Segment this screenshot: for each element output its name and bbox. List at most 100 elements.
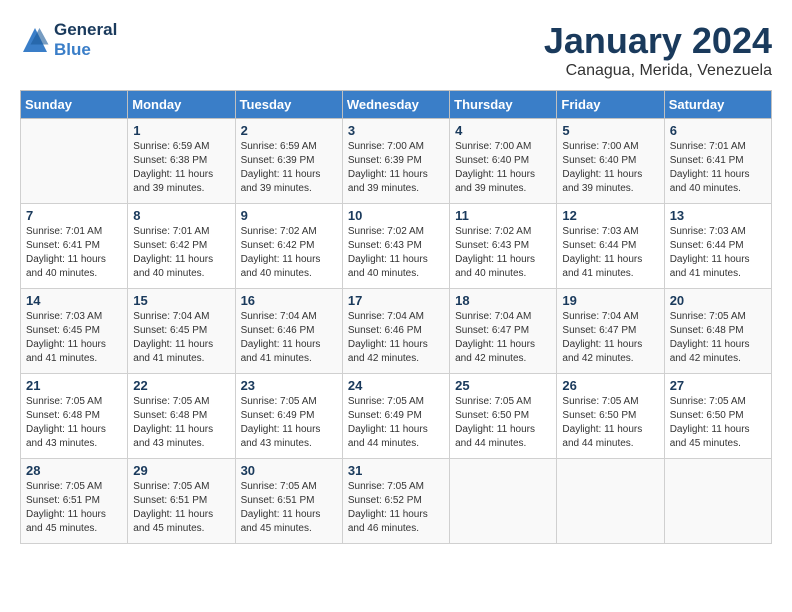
day-number: 5 [562,123,658,138]
weekday-header-tuesday: Tuesday [235,91,342,119]
day-number: 27 [670,378,766,393]
day-info: Sunrise: 7:04 AMSunset: 6:47 PMDaylight:… [562,310,658,366]
day-number: 15 [133,293,229,308]
day-info: Sunrise: 7:04 AMSunset: 6:46 PMDaylight:… [241,310,337,366]
day-number: 20 [670,293,766,308]
day-info: Sunrise: 7:05 AMSunset: 6:50 PMDaylight:… [455,395,551,451]
calendar-cell: 19 Sunrise: 7:04 AMSunset: 6:47 PMDayligh… [557,289,664,374]
day-number: 1 [133,123,229,138]
calendar-week-row: 7Sunrise: 7:01 AMSunset: 6:41 PMDaylight… [21,204,772,289]
day-info: Sunrise: 7:03 AMSunset: 6:45 PMDaylight:… [26,310,122,366]
weekday-header-row: SundayMondayTuesdayWednesdayThursdayFrid… [21,91,772,119]
calendar-cell: 16 Sunrise: 7:04 AMSunset: 6:46 PMDayligh… [235,289,342,374]
logo: General Blue [20,20,117,60]
day-info: Sunrise: 7:00 AMSunset: 6:40 PMDaylight:… [562,140,658,196]
calendar-cell: 8 Sunrise: 7:01 AMSunset: 6:42 PMDaylight… [128,204,235,289]
calendar-cell: 1Sunrise: 6:59 AMSunset: 6:38 PMDaylight… [128,119,235,204]
calendar-cell: 7Sunrise: 7:01 AMSunset: 6:41 PMDaylight… [21,204,128,289]
day-number: 17 [348,293,444,308]
calendar-cell: 4 Sunrise: 7:00 AMSunset: 6:40 PMDaylight… [450,119,557,204]
day-number: 18 [455,293,551,308]
calendar-cell [557,459,664,544]
weekday-header-thursday: Thursday [450,91,557,119]
calendar-cell: 22 Sunrise: 7:05 AMSunset: 6:48 PMDayligh… [128,374,235,459]
calendar-cell: 6 Sunrise: 7:01 AMSunset: 6:41 PMDaylight… [664,119,771,204]
calendar-cell: 11 Sunrise: 7:02 AMSunset: 6:43 PMDayligh… [450,204,557,289]
day-number: 8 [133,208,229,223]
day-info: Sunrise: 7:02 AMSunset: 6:43 PMDaylight:… [455,225,551,281]
day-info: Sunrise: 7:05 AMSunset: 6:51 PMDaylight:… [241,480,337,536]
day-info: Sunrise: 7:05 AMSunset: 6:49 PMDaylight:… [348,395,444,451]
calendar-cell: 14 Sunrise: 7:03 AMSunset: 6:45 PMDayligh… [21,289,128,374]
weekday-header-monday: Monday [128,91,235,119]
day-info: Sunrise: 7:02 AMSunset: 6:42 PMDaylight:… [241,225,337,281]
calendar-cell: 2 Sunrise: 6:59 AMSunset: 6:39 PMDaylight… [235,119,342,204]
calendar-cell: 20 Sunrise: 7:05 AMSunset: 6:48 PMDayligh… [664,289,771,374]
day-info: Sunrise: 7:00 AMSunset: 6:40 PMDaylight:… [455,140,551,196]
calendar-cell: 29Sunrise: 7:05 AMSunset: 6:51 PMDayligh… [128,459,235,544]
day-number: 2 [241,123,337,138]
calendar-week-row: 1Sunrise: 6:59 AMSunset: 6:38 PMDaylight… [21,119,772,204]
day-info: Sunrise: 7:05 AMSunset: 6:48 PMDaylight:… [26,395,122,451]
calendar-cell: 31Sunrise: 7:05 AMSunset: 6:52 PMDayligh… [342,459,449,544]
calendar-cell: 9 Sunrise: 7:02 AMSunset: 6:42 PMDaylight… [235,204,342,289]
calendar-cell: 17 Sunrise: 7:04 AMSunset: 6:46 PMDayligh… [342,289,449,374]
day-number: 26 [562,378,658,393]
weekday-header-friday: Friday [557,91,664,119]
day-info: Sunrise: 7:05 AMSunset: 6:48 PMDaylight:… [670,310,766,366]
day-info: Sunrise: 7:05 AMSunset: 6:49 PMDaylight:… [241,395,337,451]
calendar-subtitle: Canagua, Merida, Venezuela [544,62,772,80]
day-info: Sunrise: 7:05 AMSunset: 6:48 PMDaylight:… [133,395,229,451]
day-number: 4 [455,123,551,138]
calendar-cell: 27 Sunrise: 7:05 AMSunset: 6:50 PMDayligh… [664,374,771,459]
day-number: 11 [455,208,551,223]
day-number: 22 [133,378,229,393]
calendar-cell [21,119,128,204]
title-area: January 2024 Canagua, Merida, Venezuela [544,20,772,80]
calendar-cell: 10 Sunrise: 7:02 AMSunset: 6:43 PMDayligh… [342,204,449,289]
calendar-cell: 30Sunrise: 7:05 AMSunset: 6:51 PMDayligh… [235,459,342,544]
day-info: Sunrise: 7:01 AMSunset: 6:41 PMDaylight:… [26,225,122,281]
calendar-week-row: 14 Sunrise: 7:03 AMSunset: 6:45 PMDayligh… [21,289,772,374]
day-number: 16 [241,293,337,308]
day-info: Sunrise: 7:04 AMSunset: 6:45 PMDaylight:… [133,310,229,366]
day-number: 25 [455,378,551,393]
day-info: Sunrise: 7:02 AMSunset: 6:43 PMDaylight:… [348,225,444,281]
day-info: Sunrise: 6:59 AMSunset: 6:39 PMDaylight:… [241,140,337,196]
day-info: Sunrise: 7:03 AMSunset: 6:44 PMDaylight:… [562,225,658,281]
calendar-header: General Blue January 2024 Canagua, Merid… [20,20,772,80]
day-number: 14 [26,293,122,308]
day-number: 28 [26,463,122,478]
day-number: 10 [348,208,444,223]
calendar-cell [664,459,771,544]
day-info: Sunrise: 7:03 AMSunset: 6:44 PMDaylight:… [670,225,766,281]
day-number: 6 [670,123,766,138]
calendar-week-row: 21Sunrise: 7:05 AMSunset: 6:48 PMDayligh… [21,374,772,459]
day-number: 24 [348,378,444,393]
day-number: 3 [348,123,444,138]
weekday-header-wednesday: Wednesday [342,91,449,119]
day-info: Sunrise: 7:04 AMSunset: 6:47 PMDaylight:… [455,310,551,366]
calendar-week-row: 28 Sunrise: 7:05 AMSunset: 6:51 PMDayligh… [21,459,772,544]
day-info: Sunrise: 7:01 AMSunset: 6:42 PMDaylight:… [133,225,229,281]
day-info: Sunrise: 7:04 AMSunset: 6:46 PMDaylight:… [348,310,444,366]
calendar-cell: 3Sunrise: 7:00 AMSunset: 6:39 PMDaylight… [342,119,449,204]
day-info: Sunrise: 7:01 AMSunset: 6:41 PMDaylight:… [670,140,766,196]
calendar-cell: 18 Sunrise: 7:04 AMSunset: 6:47 PMDayligh… [450,289,557,374]
calendar-cell: 13 Sunrise: 7:03 AMSunset: 6:44 PMDayligh… [664,204,771,289]
weekday-header-sunday: Sunday [21,91,128,119]
day-number: 13 [670,208,766,223]
day-number: 9 [241,208,337,223]
day-number: 31 [348,463,444,478]
calendar-cell: 24 Sunrise: 7:05 AMSunset: 6:49 PMDayligh… [342,374,449,459]
logo-icon [20,25,50,55]
calendar-cell [450,459,557,544]
day-info: Sunrise: 7:05 AMSunset: 6:50 PMDaylight:… [670,395,766,451]
calendar-cell: 23Sunrise: 7:05 AMSunset: 6:49 PMDayligh… [235,374,342,459]
day-number: 19 [562,293,658,308]
day-number: 29 [133,463,229,478]
weekday-header-saturday: Saturday [664,91,771,119]
day-info: Sunrise: 7:05 AMSunset: 6:50 PMDaylight:… [562,395,658,451]
calendar-cell: 25 Sunrise: 7:05 AMSunset: 6:50 PMDayligh… [450,374,557,459]
day-number: 12 [562,208,658,223]
